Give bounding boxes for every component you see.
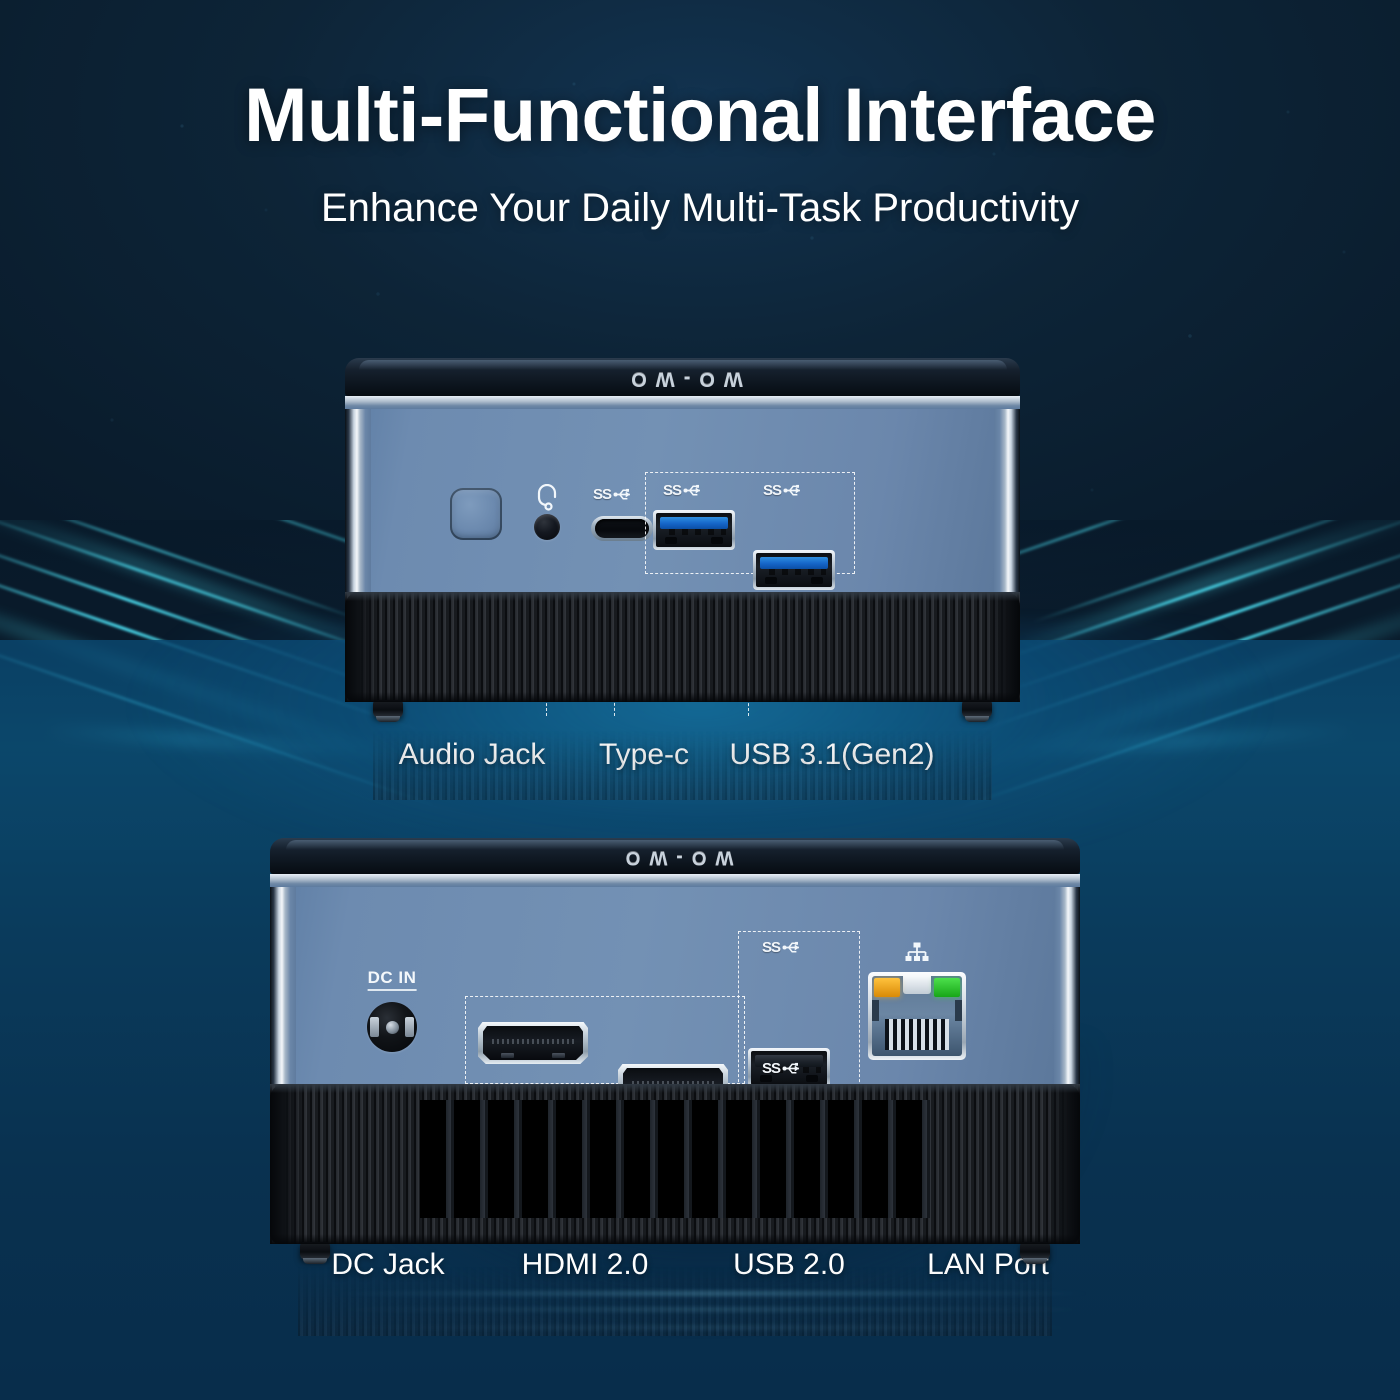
- device-foot-left: [373, 700, 403, 722]
- superspeed-icon-usb20-bottom: SS: [762, 1060, 804, 1077]
- chrome-right-bevel: [994, 396, 1020, 592]
- device-top-shell-rear: WO-WO: [270, 838, 1080, 874]
- lan-led-amber: [874, 978, 901, 998]
- chrome-left-bevel-rear: [270, 874, 296, 1084]
- power-button[interactable]: [450, 488, 502, 540]
- device-foot-right-rear: [1020, 1242, 1050, 1264]
- device-foot-left-rear: [300, 1242, 330, 1264]
- type-c-port[interactable]: [591, 516, 653, 541]
- device-top-shell: WO-WO: [345, 358, 1020, 396]
- chrome-right-bevel-rear: [1054, 874, 1080, 1084]
- page-subtitle: Enhance Your Daily Multi-Task Productivi…: [320, 186, 1080, 230]
- chrome-left-bevel: [345, 396, 371, 592]
- dc-in-group: DC IN: [367, 968, 417, 1052]
- device-floor-reflection: [373, 724, 992, 800]
- network-icon: [904, 942, 930, 969]
- lan-port[interactable]: [868, 972, 966, 1060]
- hdmi-port-1[interactable]: HDMI: [478, 1022, 588, 1064]
- header-block: Multi-Functional Interface Enhance Your …: [0, 78, 1400, 231]
- mini-pc-rear-device: WO-WO DC IN HDMI HDMI SS SS: [270, 838, 1080, 1336]
- infographic-stage: Multi-Functional Interface Enhance Your …: [0, 0, 1400, 1400]
- page-title: Multi-Functional Interface: [244, 73, 1156, 158]
- headphone-icon: [535, 483, 559, 517]
- rear-io-panel: DC IN HDMI HDMI SS SS: [270, 874, 1080, 1178]
- device-floor-reflection-rear: [298, 1260, 1052, 1336]
- device-foot-right: [962, 700, 992, 722]
- brand-logo: WO-WO: [622, 368, 743, 390]
- dc-in-label: DC IN: [367, 968, 417, 991]
- superspeed-icon-typec: SS: [593, 486, 635, 503]
- superspeed-icon-usb31-right: SS: [763, 482, 805, 499]
- rear-vent-fins: [270, 1084, 1080, 1244]
- brand-logo-rear: WO-WO: [616, 847, 734, 868]
- usb31-port-left[interactable]: [653, 510, 735, 550]
- superspeed-icon-usb31-left: SS: [663, 482, 705, 499]
- lan-led-green: [933, 978, 960, 998]
- audio-jack-port[interactable]: [534, 514, 560, 540]
- chrome-top-trim-rear: [270, 874, 1080, 887]
- chrome-top-trim: [345, 396, 1020, 409]
- front-io-panel: SS SS SS: [345, 396, 1020, 592]
- dc-in-port[interactable]: [367, 1002, 417, 1052]
- lan-group: [868, 942, 966, 1060]
- usb31-port-right[interactable]: [753, 550, 835, 590]
- front-vent-fins: [345, 592, 1020, 702]
- mini-pc-front-device: WO-WO SS SS SS: [345, 358, 1020, 800]
- superspeed-icon-usb20-top: SS: [762, 939, 804, 956]
